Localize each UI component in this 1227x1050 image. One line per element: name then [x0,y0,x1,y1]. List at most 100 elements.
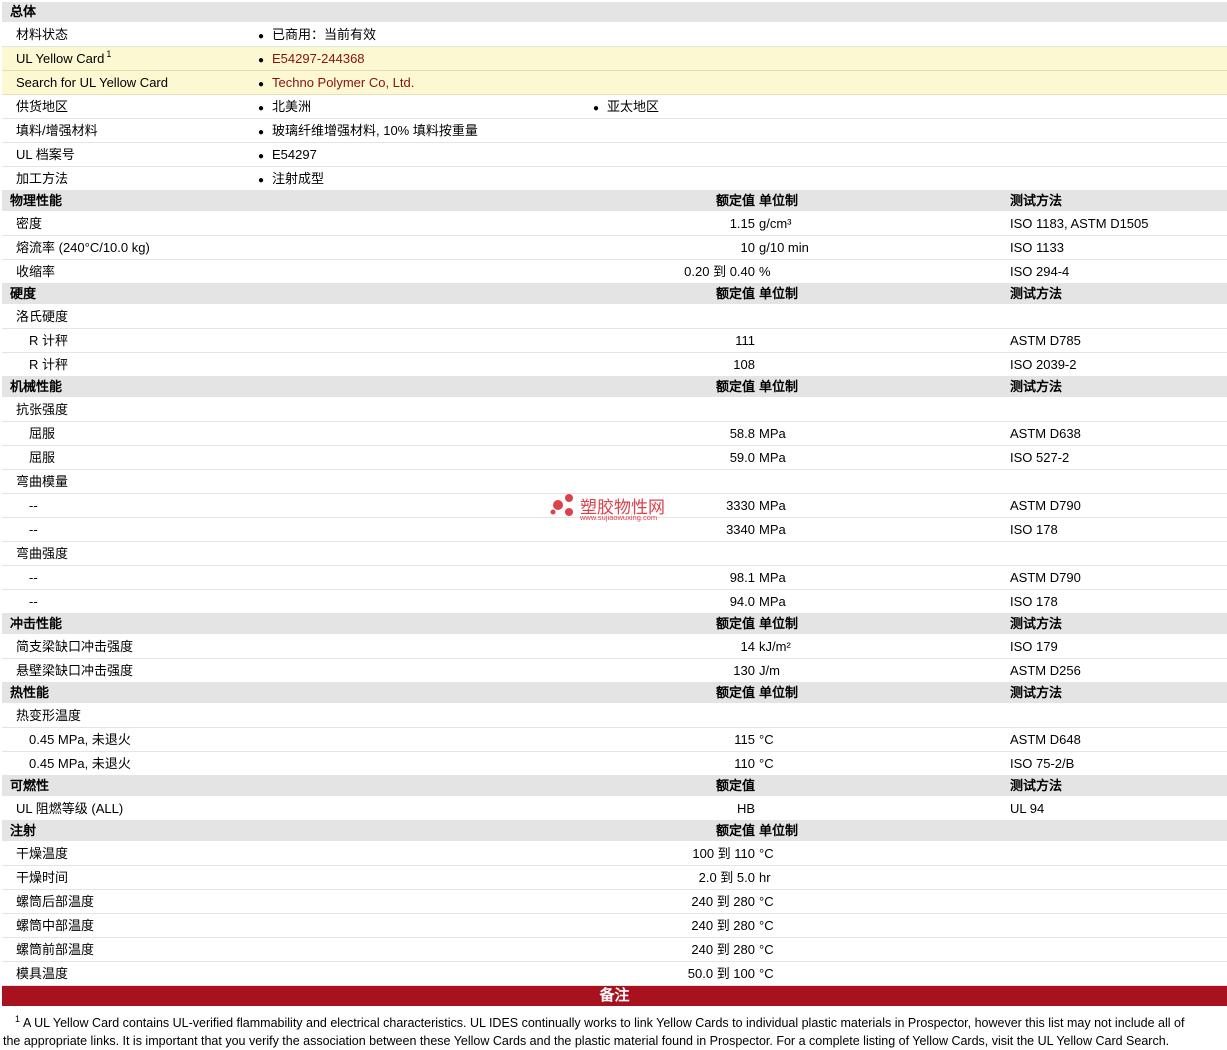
test-method: ASTM D785 [1010,333,1081,348]
property-label: 螺筒前部温度 [16,942,95,957]
test-method: ISO 1183, ASTM D1505 [1010,216,1149,231]
property-label: 螺筒中部温度 [16,918,95,933]
property-unit: hr [759,870,771,885]
value-column-header: 额定值 [715,685,755,700]
value-text: 北美洲 [272,99,312,114]
property-row: 干燥时间 2.0 到 5.0 hr [2,866,1227,890]
watermark-url: www.sujiaowuxing.com [580,513,658,522]
property-row: 洛氏硬度 [2,305,1227,329]
section-header: 冲击性能 额定值 单位制 测试方法 [2,614,1227,635]
test-method: ASTM D790 [1010,498,1081,513]
property-unit: MPa [759,522,786,537]
property-sections: 物理性能 额定值 单位制 测试方法 密度 1.15 g/cm³ ISO 1183, ASTM … [2,191,1227,986]
property-row: -- 98.1 MPa ASTM D790 [2,566,1227,590]
value-column-header: 额定值 [715,823,755,838]
property-value: 115 [734,732,755,747]
value-item: ● 北美洲 [258,95,311,120]
property-value: 94.0 [729,594,755,609]
method-column-header: 测试方法 [1010,286,1063,301]
bullet-icon: ● [258,151,265,162]
property-value: 130 [733,663,755,678]
section-header: 机械性能 额定值 单位制 测试方法 [2,377,1227,398]
property-label: -- [29,570,38,585]
section-header-general: 总体 [2,2,1227,23]
section-title: 可燃性 [10,778,50,793]
property-unit: °C [759,732,774,747]
test-method: ASTM D256 [1010,663,1081,678]
property-label: R 计秤 [29,357,69,372]
value-item: ● 注射成型 [258,167,324,192]
property-value: 50.0 到 100 [687,966,755,981]
method-column-header: 测试方法 [1010,379,1063,394]
property-value: 240 到 280 [691,894,755,909]
property-label-wrap: UL Yellow Card 1 [16,47,111,70]
note-text: 1A UL Yellow Card contains UL-verified f… [2,1006,1227,1050]
method-column-header: 测试方法 [1010,778,1063,793]
property-value: 108 [733,357,755,372]
test-method: UL 94 [1010,801,1045,816]
property-row: 干燥温度 100 到 110 °C [2,842,1227,866]
section-title: 热性能 [10,685,50,700]
property-label: -- [29,594,38,609]
property-unit: MPa [759,426,786,441]
test-method: ASTM D638 [1010,426,1081,441]
bullet-icon: ● [593,103,600,114]
test-method: ASTM D648 [1010,732,1081,747]
property-label: 屈服 [29,426,56,441]
general-row: Search for UL Yellow Card ● Techno Polymer… [2,71,1227,95]
property-label: 0.45 MPa, 未退火 [29,732,131,747]
general-row: UL 档案号 ● E54297 [2,143,1227,167]
bullet-icon: ● [258,127,265,138]
test-method: ISO 527-2 [1010,450,1070,465]
property-unit: °C [759,894,774,909]
property-row: 屈服 58.8 MPa ASTM D638 [2,422,1227,446]
section-title: 物理性能 [10,193,63,208]
property-unit: g/10 min [759,240,809,255]
property-unit: °C [759,846,774,861]
property-row: R 计秤 111 ASTM D785 [2,329,1227,353]
property-row: 热变形温度 [2,704,1227,728]
property-value: 240 到 280 [691,942,755,957]
property-label: 密度 [16,216,43,231]
value-column-header: 额定值 [715,778,755,793]
property-label: 弯曲模量 [16,474,69,489]
property-value: 3330 [726,498,755,513]
property-unit: J/m [759,663,780,678]
test-method: ISO 178 [1010,522,1058,537]
section-header: 可燃性 额定值 测试方法 [2,776,1227,797]
unit-column-header: 单位制 [759,685,799,700]
property-row: 0.45 MPa, 未退火 110 °C ISO 75-2/B [2,752,1227,776]
property-label: 抗张强度 [16,402,69,417]
test-method: ASTM D790 [1010,570,1081,585]
property-label: 热变形温度 [16,708,82,723]
property-row: 抗张强度 [2,398,1227,422]
property-unit: MPa [759,450,786,465]
section-title: 注射 [10,823,37,838]
property-label: -- [29,522,38,537]
yellow-card-link[interactable]: Techno Polymer Co, Ltd. [272,75,414,90]
property-value: 100 到 110 [692,846,755,861]
property-unit: % [759,264,771,279]
property-label: UL Yellow Card [16,51,105,66]
value-item: ● 亚太地区 [593,95,659,120]
note-line-2: the appropriate links. It is important t… [3,1034,1170,1049]
property-unit: °C [759,756,774,771]
property-unit: MPa [759,498,786,513]
property-unit: g/cm³ [759,216,792,231]
method-column-header: 测试方法 [1010,616,1063,631]
datasheet: 总体 材料状态 ● 已商用：当前有效 UL Yellow Card 1 ● E54297-2… [2,2,1227,1050]
property-label: 材料状态 [16,27,69,42]
value-text: 注射成型 [272,171,325,186]
general-row: 填料/增强材料 ● 玻璃纤维增强材料, 10% 填料按重量 [2,119,1227,143]
value-text: 玻璃纤维增强材料, 10% 填料按重量 [272,123,478,138]
bullet-icon: ● [258,79,265,90]
property-label: 填料/增强材料 [16,123,98,138]
property-row: 简支梁缺口冲击强度 14 kJ/m² ISO 179 [2,635,1227,659]
property-value: 0.20 到 0.40 [684,264,755,279]
property-unit: °C [759,966,774,981]
property-row: 螺筒前部温度 240 到 280 °C [2,938,1227,962]
property-label: 干燥温度 [16,846,69,861]
property-value: 58.8 [729,426,755,441]
general-row: 供货地区 ● 北美洲 ● 亚太地区 [2,95,1227,119]
yellow-card-link[interactable]: E54297-244368 [272,51,365,66]
